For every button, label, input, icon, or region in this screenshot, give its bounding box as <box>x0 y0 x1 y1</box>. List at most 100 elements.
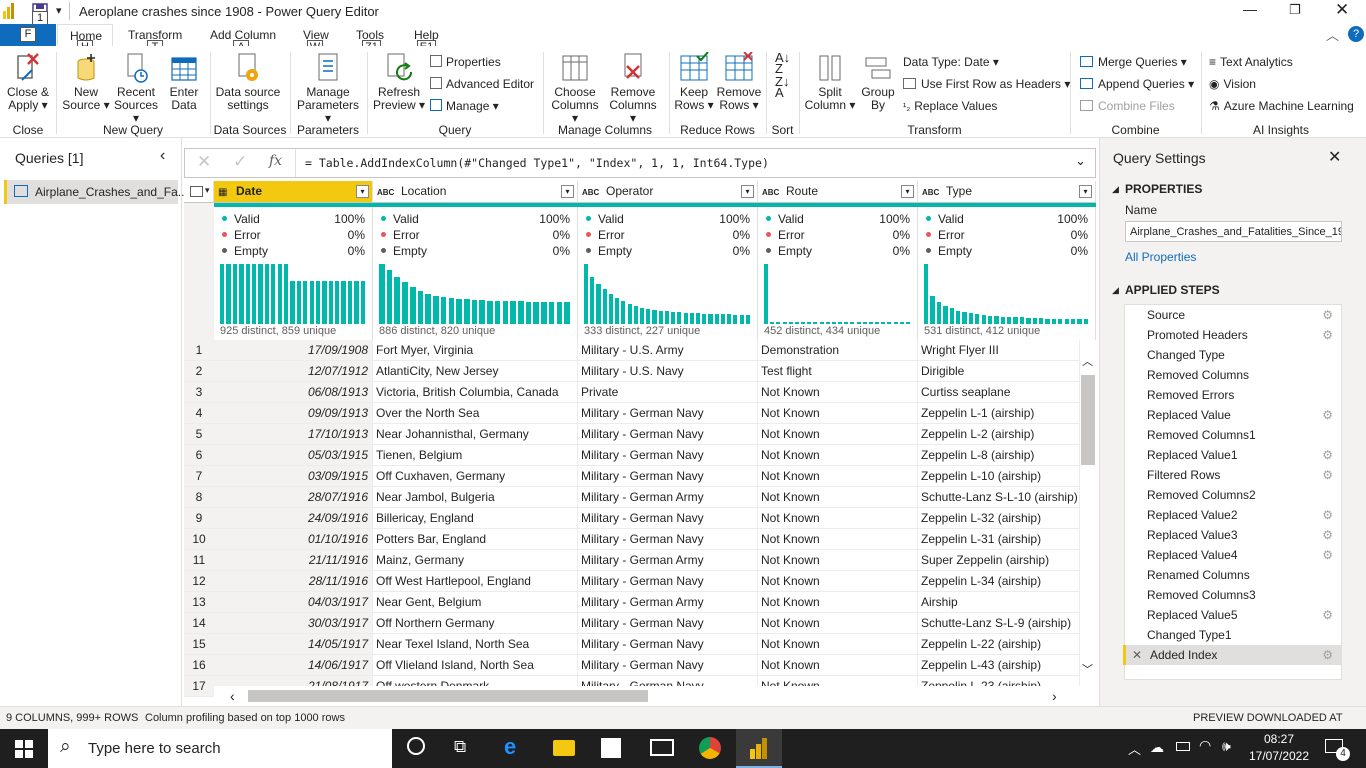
distribution-bar[interactable] <box>856 322 861 324</box>
applied-step[interactable]: Removed Columns3 <box>1123 585 1341 605</box>
distribution-bar[interactable] <box>664 311 670 324</box>
distribution-bar[interactable] <box>1070 319 1076 324</box>
table-cell[interactable]: Zeppelin L-31 (airship) <box>918 529 1080 550</box>
distribution-bar[interactable] <box>1077 319 1082 324</box>
applied-step[interactable]: Replaced Value3 ⚙ <box>1123 525 1341 545</box>
column-header-operator[interactable]: ABC Operator ▾ <box>578 181 758 203</box>
applied-step[interactable]: Changed Type1 <box>1123 625 1341 645</box>
applied-step[interactable]: Removed Columns <box>1123 365 1341 385</box>
distribution-bar[interactable] <box>296 281 302 324</box>
table-cell[interactable]: Over the North Sea <box>373 403 578 424</box>
distribution-bar[interactable] <box>232 264 238 324</box>
scroll-down-icon[interactable]: ﹀ <box>1082 661 1093 677</box>
table-cell[interactable]: 05/03/1915 <box>214 445 373 466</box>
distribution-bar[interactable] <box>283 264 289 324</box>
distribution-bar[interactable] <box>1064 319 1069 324</box>
distribution-bar[interactable] <box>264 264 270 324</box>
distribution-bar[interactable] <box>720 314 726 324</box>
scroll-left-icon[interactable]: ‹ <box>230 688 235 704</box>
distribution-bar[interactable] <box>652 310 657 324</box>
sort-descending-icon[interactable]: Z↓ A <box>775 75 789 99</box>
table-cell[interactable]: Private <box>578 382 758 403</box>
applied-step[interactable]: Replaced Value4 ⚙ <box>1123 545 1341 565</box>
table-cell[interactable]: Not Known <box>758 613 918 634</box>
power-bi-taskbar-button[interactable] <box>736 729 782 768</box>
table-cell[interactable]: Zeppelin L-32 (airship) <box>918 508 1080 529</box>
vision-button[interactable]: ◉ Vision <box>1209 77 1256 91</box>
use-first-row-button[interactable]: Use First Row as Headers ▾ <box>903 77 1070 91</box>
collapse-ribbon-icon[interactable]: ︿ <box>1326 25 1339 44</box>
distribution-bar[interactable] <box>727 314 732 324</box>
table-cell[interactable]: 14/05/1917 <box>214 634 373 655</box>
distribution-bar[interactable] <box>245 264 250 324</box>
column-header-route[interactable]: ABC Route ▾ <box>758 181 918 203</box>
merge-queries-button[interactable]: Merge Queries ▾ <box>1080 55 1187 69</box>
distribution-bar[interactable] <box>1000 317 1005 324</box>
distribution-bar[interactable] <box>788 322 793 324</box>
text-type-icon[interactable]: ABC <box>582 182 606 203</box>
gear-icon[interactable]: ⚙ <box>1322 405 1333 425</box>
distribution-bar[interactable] <box>936 302 942 324</box>
distribution-bar[interactable] <box>335 281 340 324</box>
qat-dropdown-icon[interactable]: ▾ <box>56 4 62 17</box>
distribution-bar[interactable] <box>440 297 447 324</box>
table-cell[interactable]: Not Known <box>758 382 918 403</box>
keep-rows-button[interactable]: Keep Rows ▾ <box>673 52 715 112</box>
distribution-bar[interactable] <box>962 312 967 324</box>
collapse-properties-icon[interactable]: ◢ <box>1112 184 1119 195</box>
applied-step[interactable]: Replaced Value ⚙ <box>1123 405 1341 425</box>
distribution-bar[interactable] <box>220 264 225 324</box>
store-icon[interactable] <box>601 738 621 758</box>
query-item[interactable]: Airplane_Crashes_and_Fa... <box>4 180 188 204</box>
vertical-scrollbar[interactable]: ︿ ﹀ <box>1080 341 1096 686</box>
task-view-icon[interactable]: ⧉ <box>454 737 466 757</box>
distribution-bar[interactable] <box>671 312 676 324</box>
distribution-bar[interactable] <box>640 308 645 324</box>
distribution-bar[interactable] <box>862 322 867 324</box>
column-header-location[interactable]: ABC Location ▾ <box>373 181 578 203</box>
distribution-bar[interactable] <box>510 301 516 324</box>
table-cell[interactable]: Zeppelin L-22 (airship) <box>918 634 1080 655</box>
row-number[interactable]: 15 <box>184 634 214 655</box>
table-cell[interactable]: Not Known <box>758 550 918 571</box>
expand-formula-icon[interactable]: ⌄ <box>1075 153 1086 169</box>
distribution-bar[interactable] <box>770 322 775 324</box>
distribution-bar[interactable] <box>290 281 295 324</box>
scroll-right-icon[interactable]: › <box>1052 688 1057 704</box>
distribution-bar[interactable] <box>309 281 314 324</box>
distribution-bar[interactable] <box>881 322 886 324</box>
restore-icon[interactable]: ❐ <box>1289 2 1301 18</box>
distribution-bar[interactable] <box>502 301 509 324</box>
distribution-bar[interactable] <box>819 322 824 324</box>
text-analytics-button[interactable]: ≡ Text Analytics <box>1209 55 1293 69</box>
row-number[interactable]: 12 <box>184 571 214 592</box>
distribution-bar[interactable] <box>425 294 431 324</box>
distribution-bar[interactable] <box>608 294 614 324</box>
table-cell[interactable]: Not Known <box>758 466 918 487</box>
table-cell[interactable]: 14/06/1917 <box>214 655 373 676</box>
table-cell[interactable]: 09/09/1913 <box>214 403 373 424</box>
distribution-bar[interactable] <box>239 264 244 324</box>
distribution-bar[interactable] <box>658 311 663 324</box>
distribution-bar[interactable] <box>602 289 607 324</box>
table-cell[interactable]: Off Northern Germany <box>373 613 578 634</box>
table-cell[interactable]: Near Texel Island, North Sea <box>373 634 578 655</box>
distribution-bar[interactable] <box>994 316 999 324</box>
table-cell[interactable]: Military - German Navy <box>578 571 758 592</box>
row-number[interactable]: 14 <box>184 613 214 634</box>
table-cell[interactable]: Not Known <box>758 424 918 445</box>
manage-parameters-button[interactable]: Manage Parameters ▾ <box>293 52 363 125</box>
edge-icon[interactable]: e <box>504 734 516 760</box>
distribution-bar[interactable] <box>417 291 424 324</box>
table-cell[interactable]: Mainz, Germany <box>373 550 578 571</box>
table-cell[interactable]: 28/11/1916 <box>214 571 373 592</box>
distribution-bar[interactable] <box>844 322 849 324</box>
table-cell[interactable]: 17/09/1908 <box>214 340 373 361</box>
gear-icon[interactable]: ⚙ <box>1322 545 1333 565</box>
battery-icon[interactable] <box>1176 742 1190 751</box>
table-cell[interactable]: Military - U.S. Army <box>578 340 758 361</box>
table-cell[interactable]: Not Known <box>758 592 918 613</box>
applied-step[interactable]: ✕ Added Index ⚙ <box>1123 645 1341 665</box>
applied-step[interactable]: Changed Type <box>1123 345 1341 365</box>
distribution-bar[interactable] <box>949 308 954 324</box>
